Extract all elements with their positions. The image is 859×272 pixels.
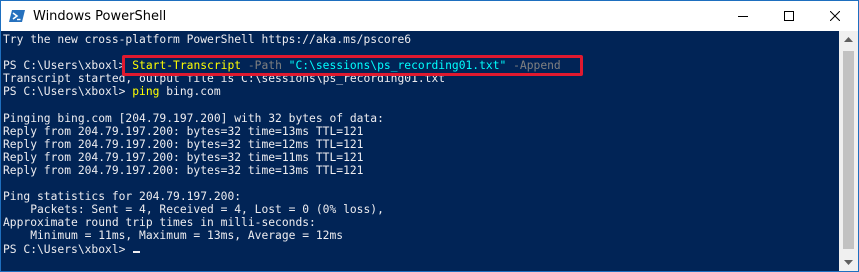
console-line: Try the new cross-platform PowerShell ht… — [3, 33, 412, 46]
minimize-button[interactable] — [720, 1, 766, 31]
powershell-window: Windows PowerShell Try the new cross-pla… — [0, 0, 859, 272]
console-line: Packets: Sent = 4, Received = 4, Lost = … — [3, 203, 384, 217]
current-prompt-line[interactable]: PS C:\Users\xboxl> — [3, 243, 561, 256]
highlight-box — [122, 55, 583, 76]
console-line: Reply from 204.79.197.200: bytes=32 time… — [3, 163, 364, 177]
close-button[interactable] — [812, 1, 858, 31]
command-line-ping: PS C:\Users\xboxl> ping bing.com — [3, 85, 561, 98]
text-cursor — [133, 250, 141, 253]
window-title: Windows PowerShell — [33, 8, 167, 24]
chevron-up-icon — [844, 37, 853, 42]
maximize-icon — [784, 11, 794, 21]
vertical-scrollbar[interactable] — [839, 31, 858, 271]
console-line: Ping statistics for 204.79.197.200: — [3, 190, 242, 204]
console-line: Reply from 204.79.197.200: bytes=32 time… — [3, 150, 364, 164]
powershell-icon — [9, 10, 25, 22]
maximize-button[interactable] — [766, 1, 812, 31]
console-line: Reply from 204.79.197.200: bytes=32 time… — [3, 137, 364, 151]
ping-argument: bing.com — [159, 85, 221, 99]
prompt: PS C:\Users\xboxl> — [3, 59, 133, 73]
console-line: Pinging bing.com [204.79.197.200] with 3… — [3, 111, 384, 125]
close-icon — [830, 11, 840, 21]
minimize-icon — [738, 16, 748, 17]
prompt: PS C:\Users\xboxl> — [3, 242, 133, 256]
scroll-thumb[interactable] — [843, 51, 854, 249]
console-line: Approximate round trip times in milli-se… — [3, 216, 316, 230]
chevron-down-icon — [844, 260, 853, 265]
title-bar[interactable]: Windows PowerShell — [1, 1, 858, 31]
console-line: Reply from 204.79.197.200: bytes=32 time… — [3, 124, 364, 138]
window-controls — [720, 1, 858, 31]
scroll-up-button[interactable] — [839, 31, 858, 48]
ping-command: ping — [132, 85, 160, 99]
console-line: Minimum = 11ms, Maximum = 13ms, Average … — [3, 229, 344, 243]
prompt: PS C:\Users\xboxl> — [3, 85, 133, 99]
scroll-down-button[interactable] — [839, 254, 858, 271]
